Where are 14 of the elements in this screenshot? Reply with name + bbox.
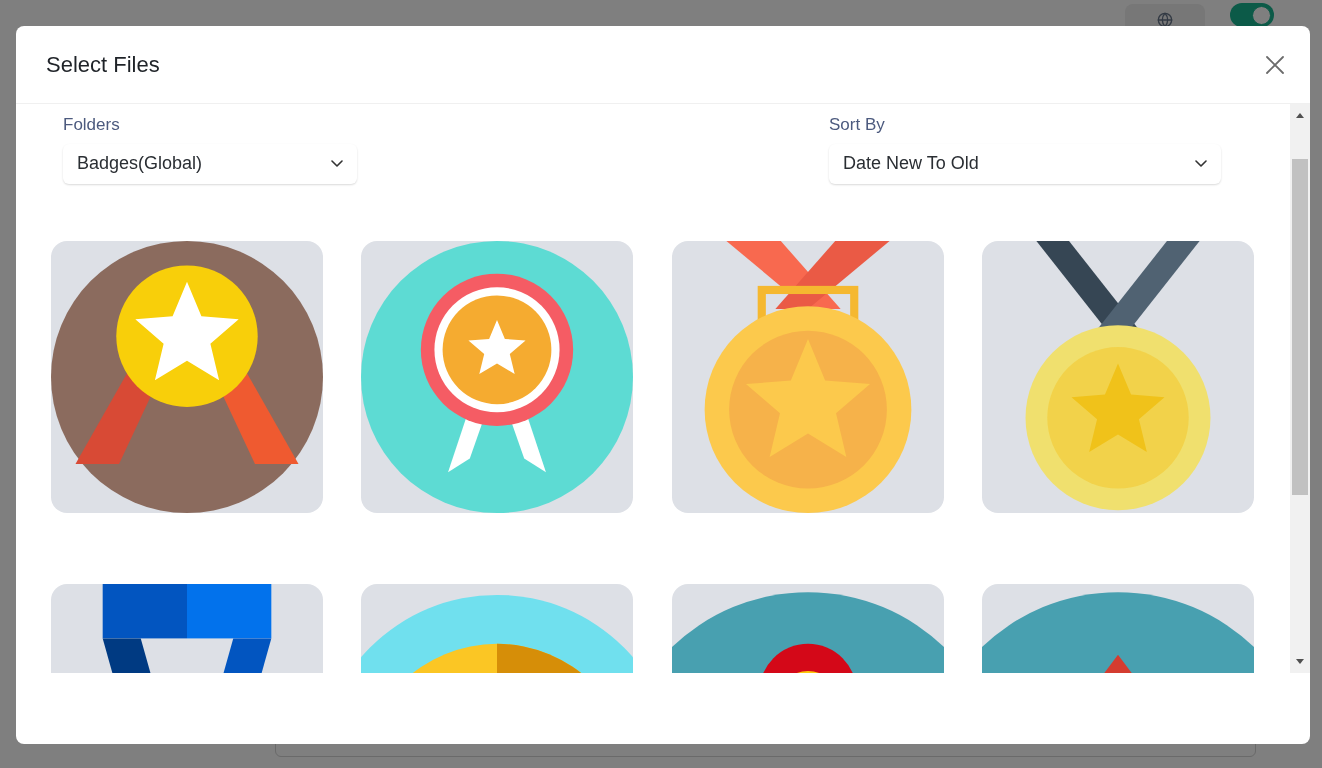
chevron-icon bbox=[331, 160, 343, 167]
close-icon bbox=[1266, 55, 1284, 74]
chevron-icon bbox=[1195, 160, 1207, 167]
scroll-down-icon[interactable] bbox=[1296, 659, 1304, 664]
dropdown[interactable]: Badges(Global) bbox=[63, 143, 357, 184]
toggle-switch[interactable] bbox=[1230, 3, 1274, 27]
dialog-title: Select Files bbox=[46, 51, 160, 79]
globe-icon bbox=[1157, 12, 1173, 28]
scroll-up-icon[interactable] bbox=[1296, 113, 1304, 118]
filter-label: Folders bbox=[63, 114, 121, 136]
filter-label: Sort By bbox=[829, 114, 886, 136]
scrollbar[interactable] bbox=[1290, 104, 1310, 673]
close-button[interactable] bbox=[1266, 55, 1284, 74]
dropdown[interactable]: Date New To Old bbox=[829, 143, 1221, 184]
